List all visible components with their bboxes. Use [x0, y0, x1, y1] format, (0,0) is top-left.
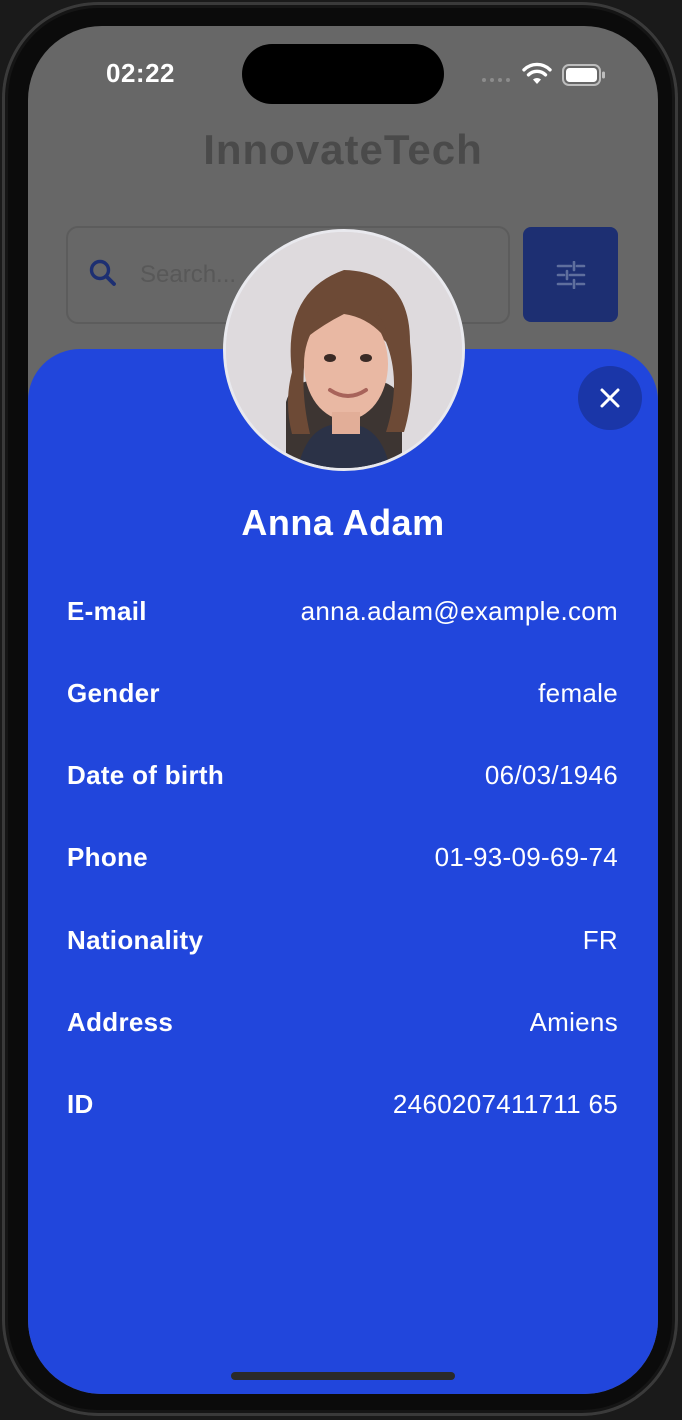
info-row-nationality: Nationality FR: [67, 920, 618, 960]
home-indicator[interactable]: [231, 1372, 455, 1380]
info-value-nationality: FR: [582, 924, 618, 955]
info-label: Date of birth: [67, 759, 225, 790]
info-label: Address: [67, 1006, 174, 1037]
status-time: 02:22: [106, 58, 175, 88]
info-row-address: Address Amiens: [67, 1002, 618, 1042]
close-icon: [600, 388, 620, 408]
info-label: ID: [67, 1088, 94, 1119]
info-row-gender: Gender female: [67, 673, 618, 713]
info-value-address: Amiens: [529, 1006, 618, 1037]
info-value-phone: 01-93-09-69-74: [434, 841, 618, 872]
info-value-id: 2460207411711 65: [392, 1088, 618, 1119]
info-label: Phone: [67, 841, 148, 872]
info-label: Gender: [67, 677, 160, 708]
profile-photo: [226, 232, 462, 468]
dynamic-island: [242, 44, 444, 104]
info-label: Nationality: [67, 924, 204, 955]
app-title: InnovateTech: [203, 126, 483, 173]
info-value-date-of-birth: 06/03/1946: [484, 759, 618, 790]
info-row-id: ID 2460207411711 65: [67, 1084, 618, 1124]
info-row-phone: Phone 01-93-09-69-74: [67, 837, 618, 877]
status-bar: 02:22: [28, 26, 658, 122]
search-input[interactable]: [138, 250, 242, 300]
avatar: [223, 229, 465, 471]
info-label: E-mail: [67, 595, 147, 626]
search-icon: [89, 259, 116, 286]
sliders-icon: [556, 260, 585, 289]
cellular-signal-icon: [482, 78, 510, 82]
battery-icon: [562, 64, 605, 86]
info-value-email: anna.adam@example.com: [300, 595, 618, 626]
phone-frame: 02:22 InnovateTech Search... Anna Adam E…: [2, 2, 678, 1416]
info-value-gender: female: [538, 677, 618, 708]
close-button[interactable]: [578, 366, 642, 430]
wifi-icon: [522, 62, 552, 84]
profile-name: Anna Adam: [241, 502, 445, 543]
info-row-email: E-mail anna.adam@example.com: [67, 591, 618, 631]
filter-button[interactable]: [523, 227, 618, 322]
info-row-date-of-birth: Date of birth 06/03/1946: [67, 755, 618, 795]
screen: 02:22 InnovateTech Search... Anna Adam E…: [28, 26, 658, 1394]
